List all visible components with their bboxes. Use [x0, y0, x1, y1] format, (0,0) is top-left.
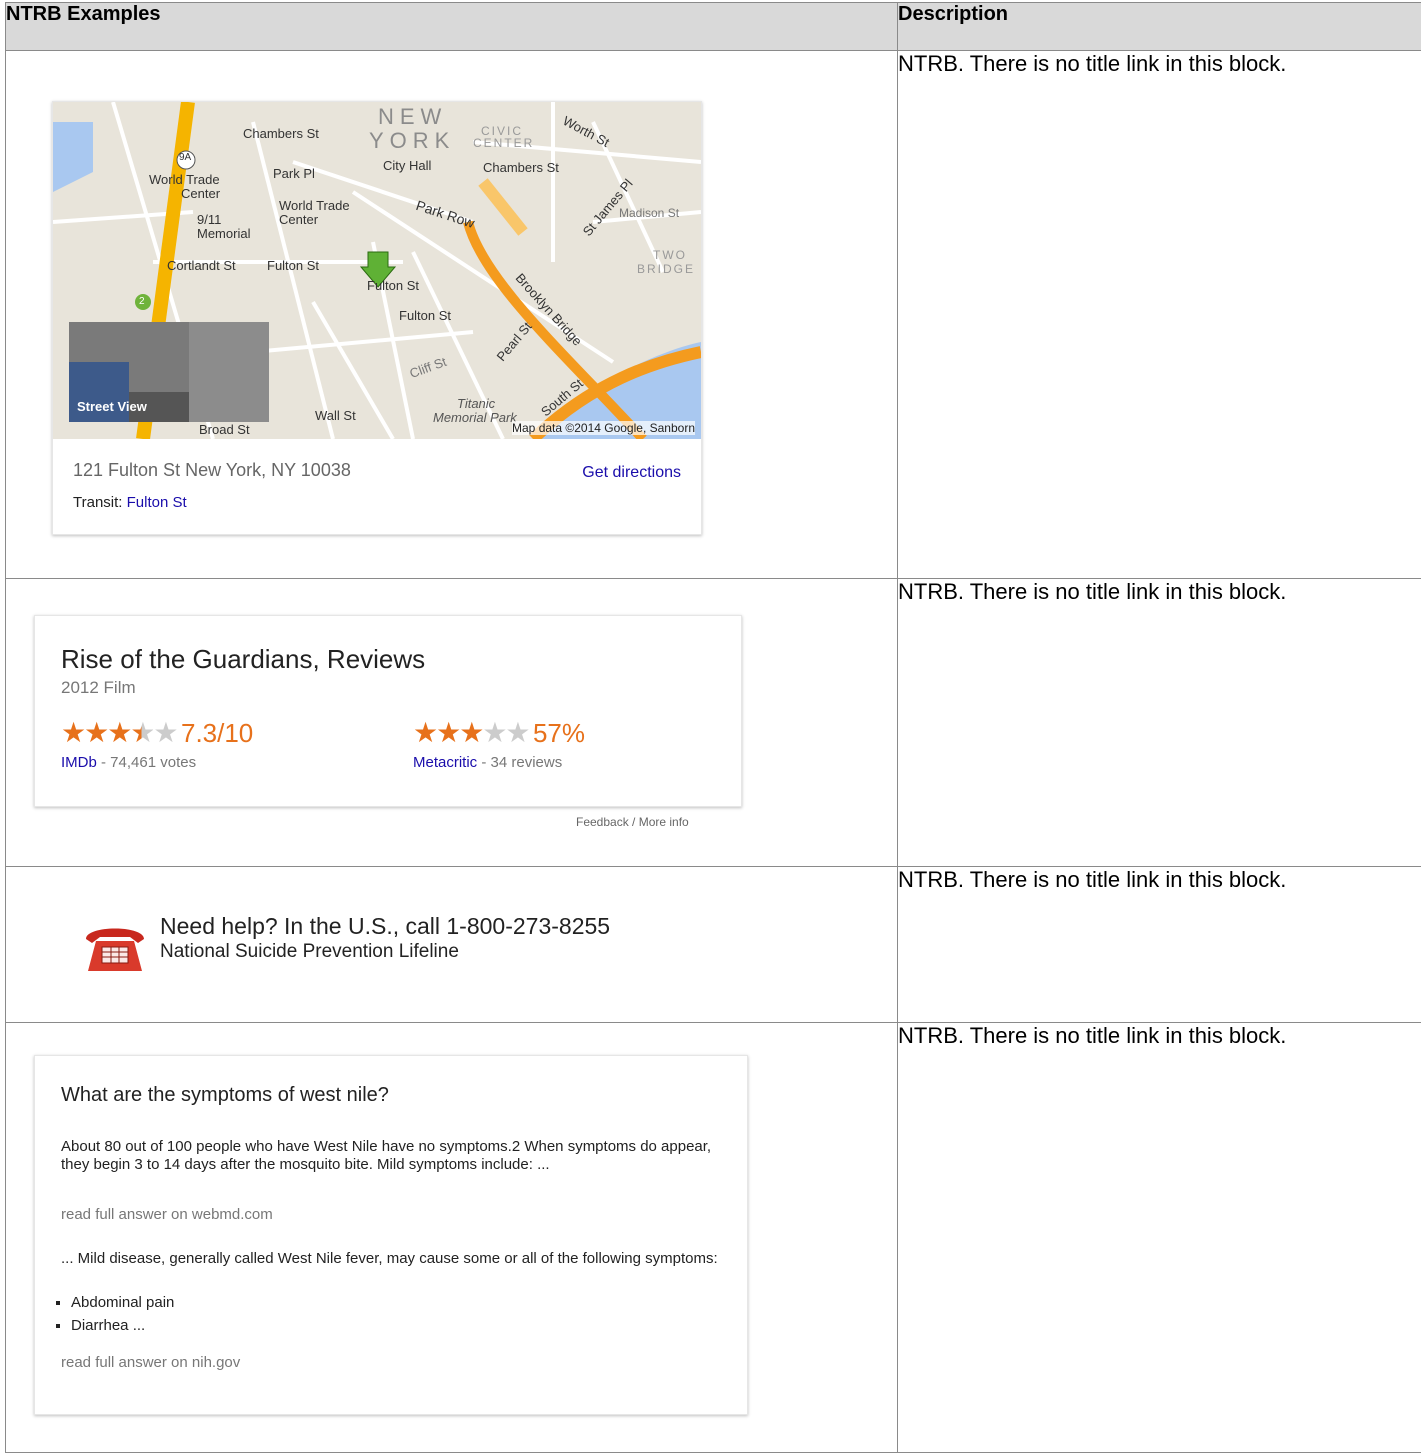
imdb-source: IMDb - 74,461 votes	[61, 754, 196, 771]
help-line-1: Need help? In the U.S., call 1-800-273-8…	[160, 913, 610, 940]
map-label: Chambers St	[243, 126, 319, 141]
example-cell-qa: What are the symptoms of west nile? Abou…	[6, 1023, 898, 1453]
metacritic-source: Metacritic - 34 reviews	[413, 754, 562, 771]
map-label: Memorial Park	[433, 410, 517, 425]
help-line-2: National Suicide Prevention Lifeline	[160, 941, 459, 963]
map-label: Titanic	[457, 396, 495, 411]
description-3: NTRB. There is no title link in this blo…	[898, 867, 1421, 1023]
map-label: World Trade	[149, 172, 220, 187]
map-label: Fulton St	[267, 258, 319, 273]
map-label: YORK	[369, 128, 455, 154]
map-label: 9A	[179, 152, 191, 163]
description-4: NTRB. There is no title link in this blo…	[898, 1023, 1421, 1453]
map-label: Fulton St	[399, 308, 451, 323]
map-label: 9/11	[197, 212, 221, 227]
get-directions-link[interactable]: Get directions	[582, 464, 681, 482]
map-view[interactable]: NEW YORK CIVIC CENTER Chambers St Chambe…	[53, 102, 701, 439]
map-label: Center	[181, 186, 220, 201]
qa-symptom-list: Abdominal pain Diarrhea ...	[35, 1288, 174, 1340]
map-label: Center	[279, 212, 318, 227]
qa-question: What are the symptoms of west nile?	[61, 1084, 389, 1107]
map-label: CENTER	[473, 136, 534, 150]
qa-answer-1: About 80 out of 100 people who have West…	[61, 1138, 721, 1174]
qa-source-1[interactable]: read full answer on webmd.com	[61, 1206, 273, 1223]
description-2: NTRB. There is no title link in this blo…	[898, 579, 1421, 867]
map-label: Madison St	[619, 206, 679, 220]
movie-subtitle: 2012 Film	[61, 678, 136, 698]
movie-card: Rise of the Guardians, Reviews 2012 Film…	[34, 615, 742, 807]
map-label: Chambers St	[483, 160, 559, 175]
map-label: Memorial	[197, 226, 250, 241]
imdb-rating: ★★★★★ 7.3/10	[61, 716, 253, 749]
metacritic-reviews: - 34 reviews	[477, 754, 562, 771]
metacritic-rating: ★★★★★ 57%	[413, 716, 585, 749]
header-description: Description	[898, 3, 1421, 51]
map-label: World Trade	[279, 198, 350, 213]
imdb-score: 7.3/10	[181, 718, 253, 748]
example-cell-movie: Rise of the Guardians, Reviews 2012 Film…	[6, 579, 898, 867]
street-view-label: Street View	[77, 399, 147, 414]
map-label: Broad St	[199, 422, 250, 437]
list-item: Diarrhea ...	[71, 1317, 174, 1334]
list-item: Abdominal pain	[71, 1294, 174, 1311]
map-label: NEW	[378, 104, 447, 130]
map-label: Fulton St	[367, 278, 419, 293]
movie-title: Rise of the Guardians, Reviews	[61, 644, 425, 675]
map-label: 2	[139, 296, 145, 307]
imdb-link[interactable]: IMDb	[61, 754, 97, 771]
qa-source-2[interactable]: read full answer on nih.gov	[61, 1354, 240, 1371]
map-label: BRIDGE	[637, 262, 695, 276]
map-attribution: Map data ©2014 Google, Sanborn	[512, 421, 695, 435]
imdb-votes: - 74,461 votes	[97, 754, 196, 771]
phone-icon	[82, 921, 148, 973]
street-view-thumbnail[interactable]: Street View	[69, 322, 269, 422]
example-cell-map: NEW YORK CIVIC CENTER Chambers St Chambe…	[6, 51, 898, 579]
ntrb-table: NTRB Examples Description	[5, 2, 1421, 1453]
map-label: Cortlandt St	[167, 258, 236, 273]
metacritic-link[interactable]: Metacritic	[413, 754, 477, 771]
map-card: NEW YORK CIVIC CENTER Chambers St Chambe…	[52, 101, 702, 535]
map-label: Wall St	[315, 408, 356, 423]
header-examples: NTRB Examples	[6, 3, 898, 51]
qa-card: What are the symptoms of west nile? Abou…	[34, 1055, 748, 1415]
imdb-stars: ★★★★★	[61, 717, 177, 748]
transit-link[interactable]: Fulton St	[127, 494, 187, 511]
qa-answer-2: ... Mild disease, generally called West …	[61, 1250, 721, 1268]
metacritic-stars: ★★★★★	[413, 717, 529, 748]
example-cell-help: Need help? In the U.S., call 1-800-273-8…	[6, 867, 898, 1023]
map-label: Park Pl	[273, 166, 315, 181]
description-1: NTRB. There is no title link in this blo…	[898, 51, 1421, 579]
transit-info: Transit: Fulton St	[73, 494, 187, 511]
metacritic-score: 57%	[533, 718, 585, 748]
address: 121 Fulton St New York, NY 10038	[73, 460, 351, 481]
map-label: City Hall	[383, 158, 431, 173]
feedback-link[interactable]: Feedback / More info	[576, 815, 689, 829]
map-label: TWO	[653, 248, 687, 262]
transit-label: Transit:	[73, 494, 122, 511]
